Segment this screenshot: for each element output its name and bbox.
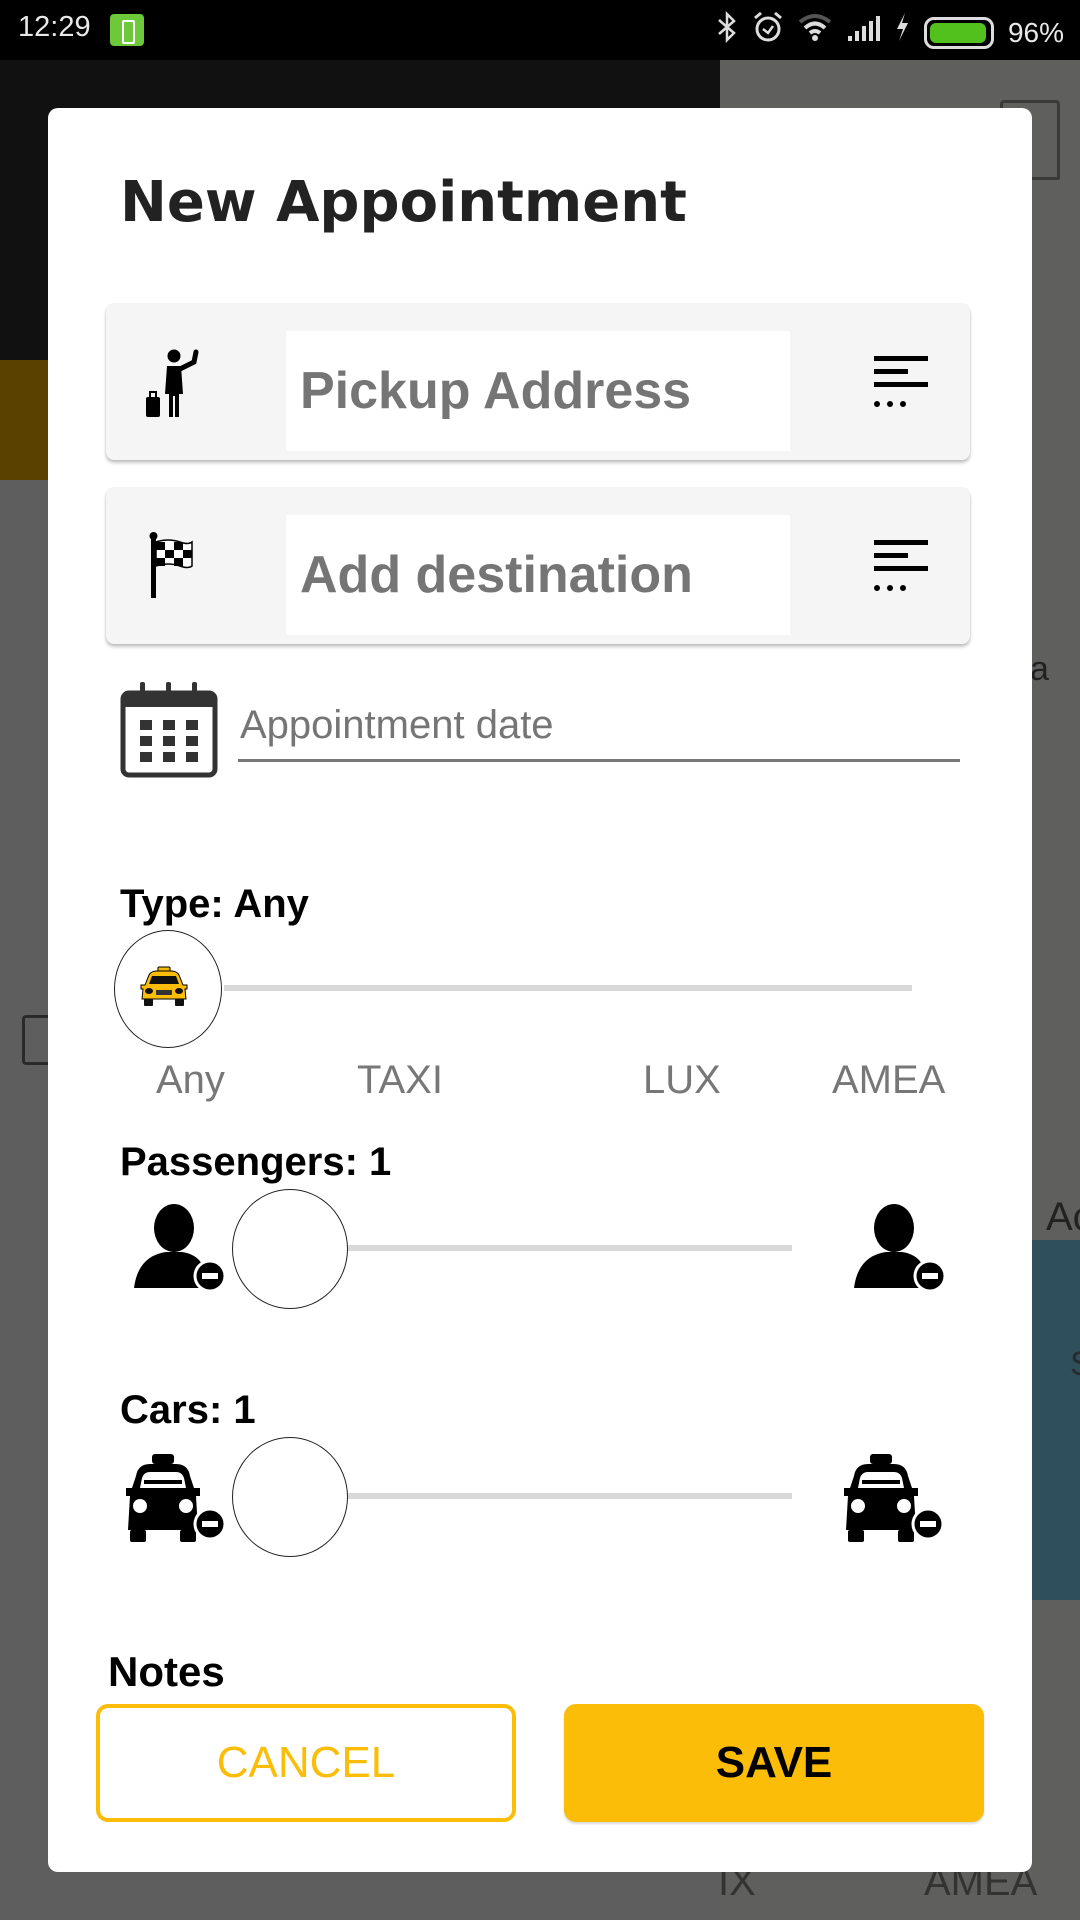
- cancel-button[interactable]: CANCEL: [96, 1704, 516, 1822]
- type-option-amea[interactable]: AMEA: [832, 1058, 945, 1103]
- background-map-water: [1030, 1240, 1080, 1600]
- status-time: 12:29: [18, 11, 91, 43]
- new-appointment-dialog: New Appointment Pickup Address Add desti…: [48, 108, 1032, 1872]
- charging-icon: [894, 12, 910, 53]
- alarm-icon: [752, 10, 784, 55]
- cars-slider-thumb[interactable]: [232, 1437, 348, 1557]
- map-label: a: [1030, 650, 1049, 688]
- cars-slider-track[interactable]: [338, 1493, 792, 1499]
- bluetooth-icon: [716, 10, 738, 54]
- person-remove-icon[interactable]: [128, 1204, 228, 1299]
- wifi-icon: [798, 12, 832, 53]
- type-option-taxi[interactable]: TAXI: [357, 1058, 443, 1103]
- battery-icon: [923, 16, 994, 49]
- pickup-card: Pickup Address: [106, 304, 970, 460]
- type-slider-thumb[interactable]: [114, 930, 222, 1048]
- map-label: Ac: [1046, 1195, 1080, 1239]
- status-bar: 12:29 96%: [0, 0, 1080, 60]
- destination-input[interactable]: Add destination: [286, 515, 790, 635]
- cars-label: Cars: 1: [120, 1388, 256, 1432]
- car-remove-icon[interactable]: [836, 1450, 946, 1549]
- signal-icon: [846, 13, 880, 53]
- save-button[interactable]: SAVE: [564, 1704, 984, 1822]
- destination-card: Add destination: [106, 488, 970, 644]
- battery-notification-icon: [110, 14, 144, 46]
- person-hailing-icon: [144, 344, 204, 420]
- status-icons: 96%: [716, 10, 1064, 55]
- type-label: Type: Any: [120, 882, 309, 926]
- pickup-address-input[interactable]: Pickup Address: [286, 331, 790, 451]
- appointment-date-input[interactable]: Appointment date: [238, 692, 960, 762]
- passengers-label: Passengers: 1: [120, 1140, 392, 1184]
- battery-percent: 96%: [1007, 16, 1064, 48]
- map-label: S: [1070, 1345, 1080, 1384]
- type-option-any[interactable]: Any: [156, 1058, 225, 1103]
- calendar-icon[interactable]: [120, 680, 218, 778]
- dialog-title: New Appointment: [120, 170, 687, 235]
- person-remove-icon[interactable]: [848, 1204, 948, 1299]
- car-remove-icon[interactable]: [118, 1450, 228, 1549]
- appointment-date-row: Appointment date: [120, 680, 960, 780]
- notes-label: Notes: [108, 1648, 225, 1695]
- checkered-flag-icon: [144, 528, 204, 604]
- taxi-icon: [137, 965, 191, 1014]
- type-slider-track[interactable]: [224, 985, 912, 991]
- type-option-lux[interactable]: LUX: [643, 1058, 721, 1103]
- list-icon[interactable]: [872, 352, 930, 412]
- battery-fill: [929, 22, 986, 43]
- passengers-slider-thumb[interactable]: [232, 1189, 348, 1309]
- list-icon[interactable]: [872, 536, 930, 596]
- passengers-slider-track[interactable]: [338, 1245, 792, 1251]
